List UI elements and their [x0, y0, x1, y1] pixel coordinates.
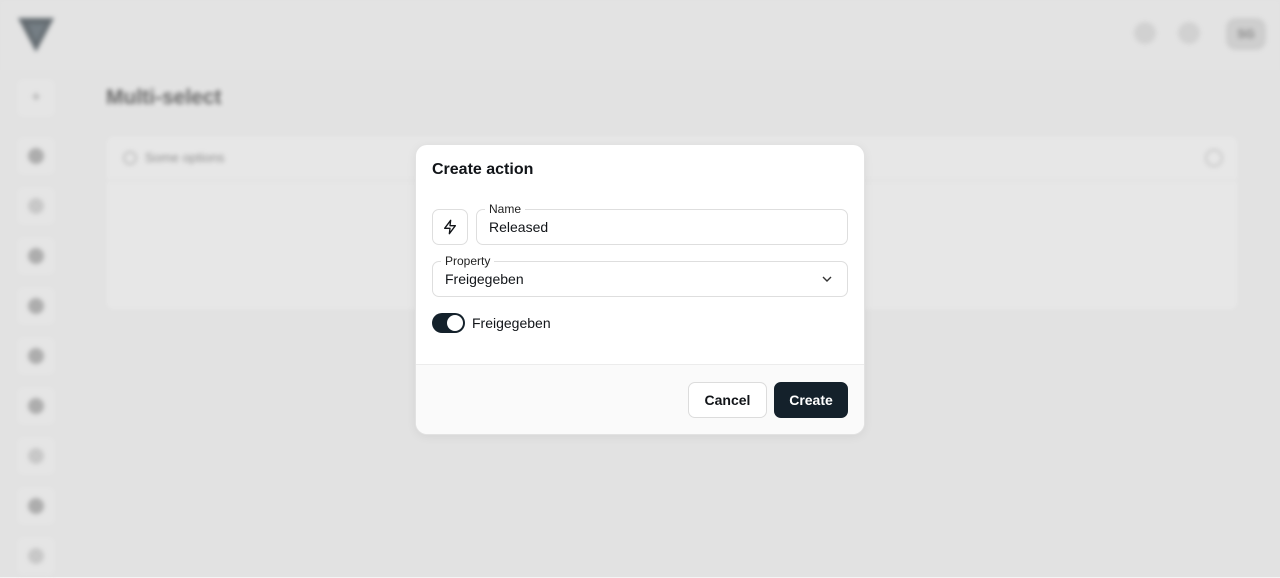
property-select[interactable]: Property Freigegeben: [432, 254, 848, 297]
freigegeben-toggle[interactable]: [432, 313, 465, 333]
create-action-dialog: Create action Name Released Property Fre…: [415, 144, 865, 435]
dialog-title: Create action: [432, 161, 534, 178]
dialog-footer: Cancel Create: [416, 364, 864, 434]
toggle-knob: [447, 315, 463, 331]
toggle-label: Freigegeben: [472, 315, 551, 331]
lightning-icon: [444, 219, 456, 235]
name-field[interactable]: Name Released: [476, 202, 848, 245]
cancel-button[interactable]: Cancel: [688, 382, 767, 418]
property-field-label: Property: [441, 254, 495, 268]
chevron-down-icon[interactable]: [821, 273, 833, 285]
create-button[interactable]: Create: [774, 382, 848, 418]
name-field-label: Name: [485, 202, 526, 216]
action-icon-picker[interactable]: [432, 209, 468, 245]
name-field-value[interactable]: Released: [489, 219, 548, 235]
property-select-value[interactable]: Freigegeben: [445, 271, 524, 287]
